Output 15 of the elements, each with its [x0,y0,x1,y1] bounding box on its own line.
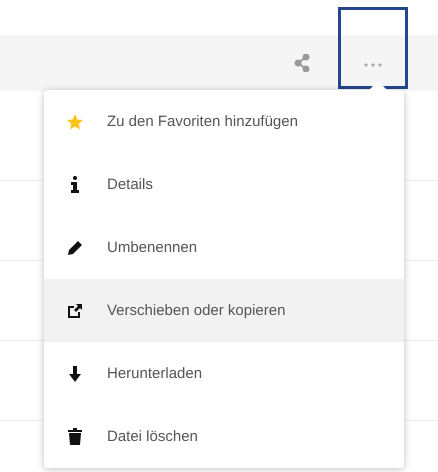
more-icon [363,63,383,67]
star-icon [66,112,84,130]
download-arrow-icon [68,366,82,382]
pencil-icon [67,240,83,256]
info-icon [70,176,80,193]
menu-item[interactable]: Verschieben oder kopieren [44,279,404,342]
menu-item[interactable]: Datei löschen [44,405,404,468]
share-icon [294,54,310,72]
menu-item[interactable]: Zu den Favoriten hinzufügen [44,90,404,153]
menu-item[interactable]: Umbenennen [44,216,404,279]
more-button[interactable] [338,7,408,89]
menu-item[interactable]: Details [44,153,404,216]
trash-icon [68,428,82,445]
external-link-icon [67,302,83,318]
menu-item[interactable]: Herunterladen [44,342,404,405]
